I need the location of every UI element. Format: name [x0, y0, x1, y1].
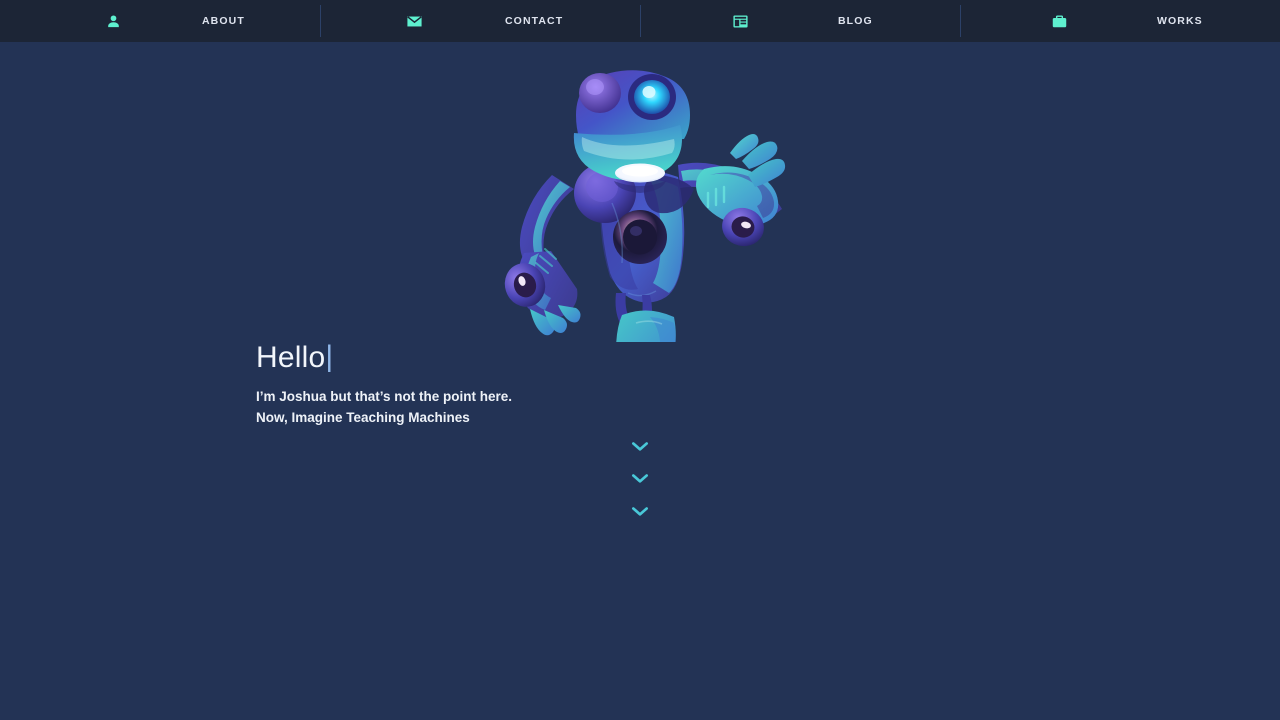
article-layout-icon: [731, 12, 749, 30]
hero-title-text: Hello: [256, 341, 326, 374]
hero-section: Hello| I’m Joshua but that’s not the poi…: [0, 42, 1280, 720]
nav-item-about-label: ABOUT: [202, 15, 245, 27]
nav-item-contact-label: CONTACT: [505, 15, 564, 27]
briefcase-icon: [1050, 12, 1068, 30]
scroll-down-indicator[interactable]: [630, 440, 650, 530]
typing-caret: |: [325, 340, 334, 373]
nav-item-contact[interactable]: CONTACT: [320, 0, 640, 42]
nav-item-about[interactable]: ABOUT: [0, 0, 320, 42]
hero-subtitle: I’m Joshua but that’s not the point here…: [256, 388, 513, 425]
chevron-down-icon[interactable]: [630, 472, 650, 484]
top-navigation-bar: ABOUT CONTACT BLOG WORKS: [0, 0, 1280, 42]
envelope-icon: [405, 12, 423, 30]
nav-item-works-label: WORKS: [1157, 15, 1203, 27]
chevron-down-icon[interactable]: [630, 440, 650, 452]
nav-item-blog-label: BLOG: [838, 15, 873, 27]
hero-text-block: Hello| I’m Joshua but that’s not the poi…: [256, 340, 876, 428]
chevron-down-icon[interactable]: [630, 505, 650, 517]
robot-mascot-illustration: [490, 57, 790, 342]
nav-item-blog[interactable]: BLOG: [640, 0, 960, 42]
person-icon: [104, 12, 122, 30]
nav-item-works[interactable]: WORKS: [960, 0, 1280, 42]
hero-title: Hello|: [256, 340, 876, 376]
